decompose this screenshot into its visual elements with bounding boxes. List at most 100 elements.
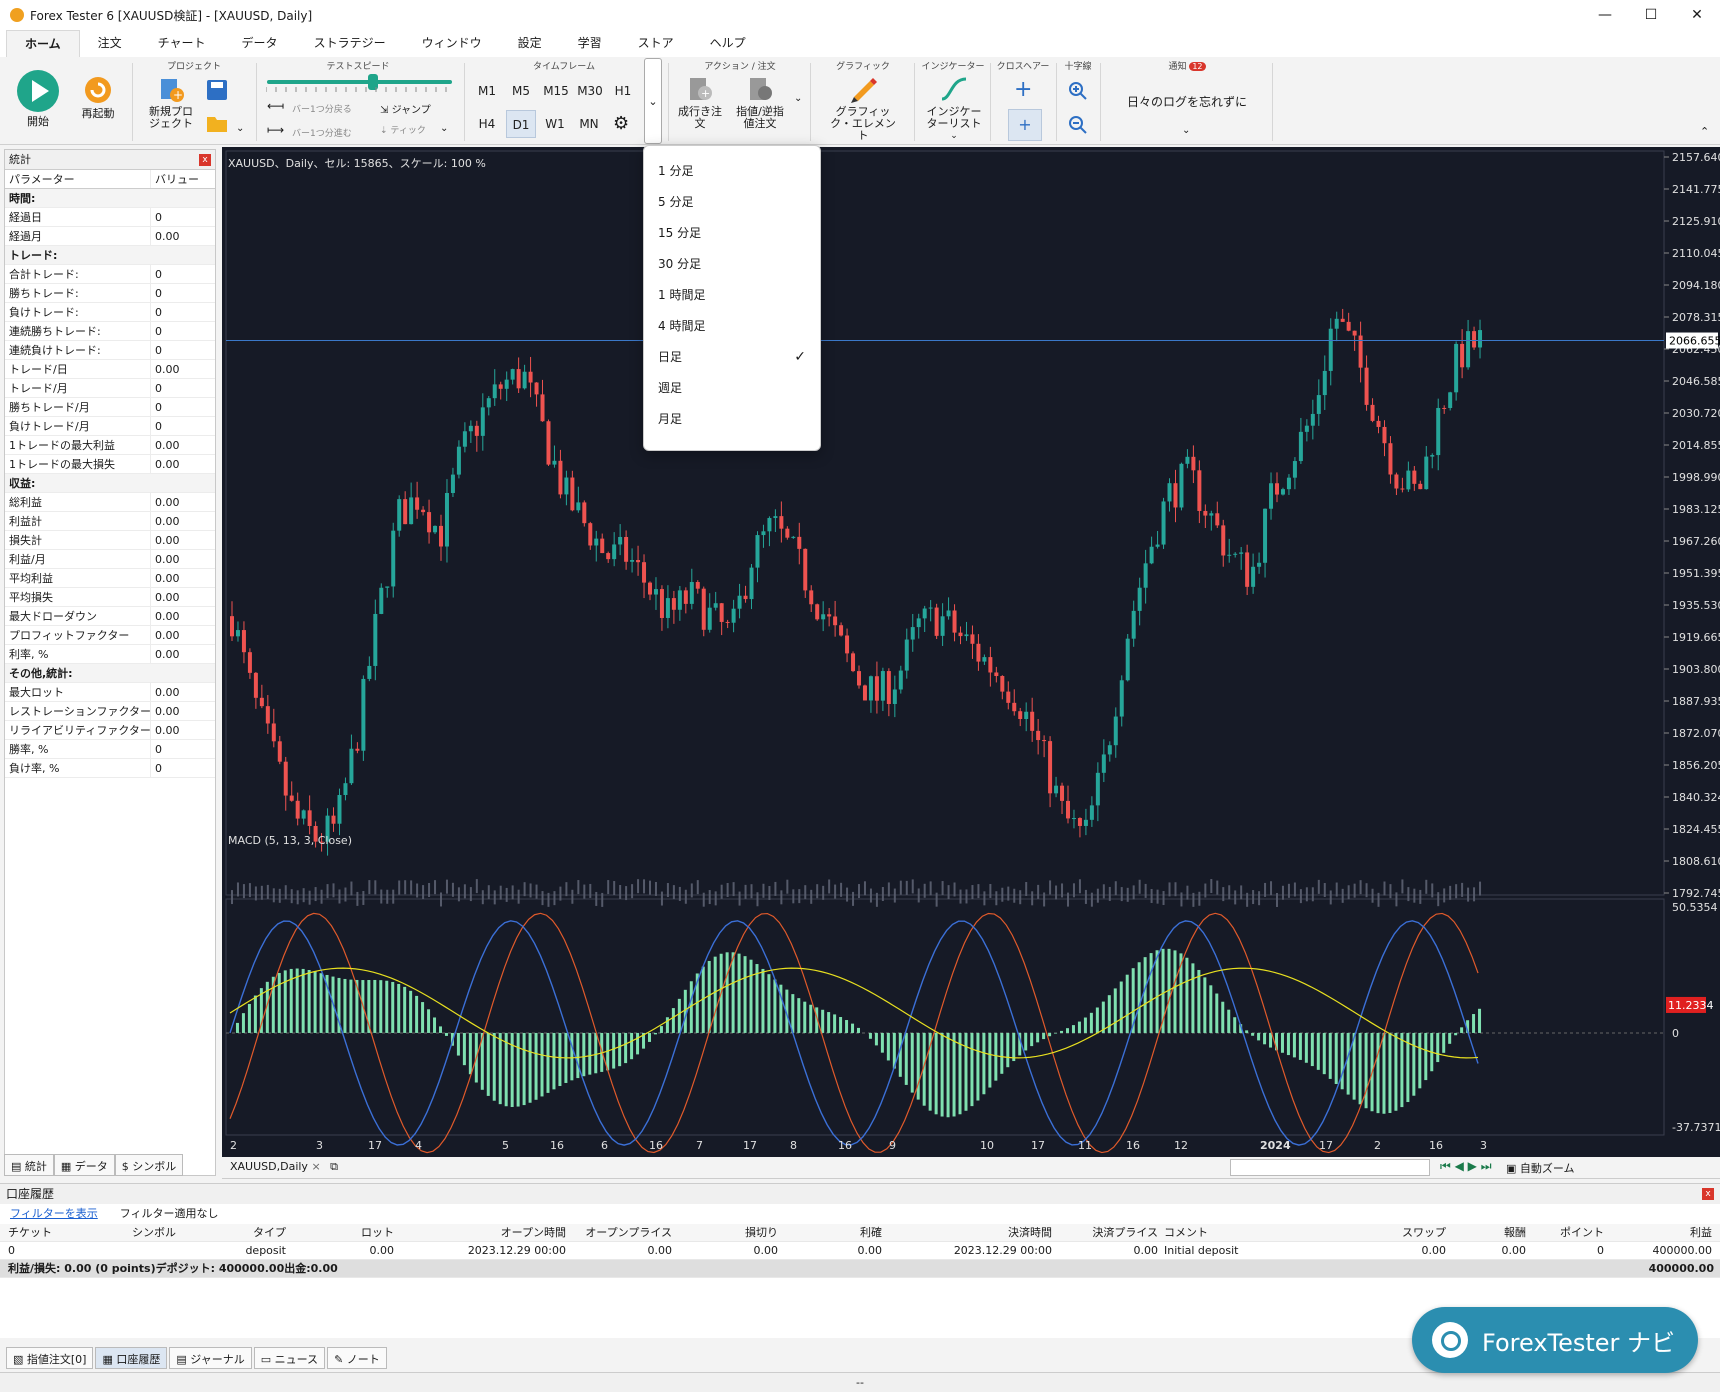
order-dropdown-icon[interactable]: ⌄ (794, 93, 802, 104)
tab-account-history[interactable]: ▦ 口座履歴 (95, 1347, 168, 1369)
tab-order[interactable]: 注文 (80, 30, 140, 57)
history-column-header[interactable]: チケット (8, 1224, 52, 1242)
bar-back-icon[interactable]: ⟻ (267, 99, 284, 113)
tab-data-panel[interactable]: ▦ データ (53, 1154, 115, 1176)
account-history-close-icon[interactable]: x (1702, 1188, 1714, 1200)
speed-slider[interactable] (267, 80, 452, 84)
history-column-header[interactable]: 決済プライス (1092, 1224, 1158, 1242)
speed-dropdown-icon[interactable]: ⌄ (440, 123, 448, 134)
tab-notes[interactable]: ✎ ノート (327, 1347, 387, 1369)
jump-button[interactable]: ⇲ ジャンプ (380, 101, 431, 116)
tab-data[interactable]: データ (224, 30, 296, 57)
history-column-header[interactable]: オープン時間 (501, 1224, 566, 1242)
close-tab-icon[interactable]: × (311, 1160, 320, 1173)
stats-value: 0.00 (155, 230, 180, 243)
menu-item-30min[interactable]: 30 分足 (644, 249, 820, 280)
bar-forward-label[interactable]: バー1つ分進む (292, 126, 352, 139)
history-column-header[interactable]: スワップ (1402, 1224, 1446, 1242)
menu-item-weekly[interactable]: 週足 (644, 373, 820, 404)
tf-h1-button[interactable]: H1 (608, 77, 638, 105)
navigation-arrows[interactable]: ⏮ ◀ ▶ ⏭ (1440, 1159, 1492, 1174)
tick-button[interactable]: ⇣ ティック (380, 123, 426, 136)
tab-learning[interactable]: 学習 (560, 30, 620, 57)
tab-chart[interactable]: チャート (140, 30, 224, 57)
crosshair-icon[interactable]: + (1014, 77, 1032, 102)
col-parameter[interactable]: パラメーター (5, 170, 151, 188)
show-filter-link[interactable]: フィルターを表示 (10, 1207, 98, 1220)
tab-settings[interactable]: 設定 (500, 30, 560, 57)
menu-item-4hour[interactable]: 4 時間足 (644, 311, 820, 342)
history-column-header[interactable]: タイプ (253, 1224, 286, 1242)
close-window-button[interactable]: ✕ (1674, 0, 1720, 30)
auto-zoom-button[interactable]: ▣ 自動ズーム (1506, 1160, 1575, 1176)
forextester-navi-badge[interactable]: ForexTester ナビ (1412, 1307, 1698, 1373)
horizontal-scrollbar[interactable] (1230, 1159, 1430, 1176)
menu-item-1min[interactable]: 1 分足 (644, 156, 820, 187)
crosshair-move-icon[interactable]: + (1008, 109, 1042, 141)
stats-close-icon[interactable]: x (199, 154, 211, 166)
menu-item-15min[interactable]: 15 分足 (644, 218, 820, 249)
tab-help[interactable]: ヘルプ (692, 30, 764, 57)
tab-news[interactable]: ▭ ニュース (253, 1347, 326, 1369)
history-column-header[interactable]: ロット (361, 1224, 394, 1242)
candle-body (719, 603, 724, 622)
history-column-header[interactable]: ポイント (1560, 1224, 1604, 1242)
open-folder-icon[interactable] (206, 113, 228, 133)
indicator-list-button[interactable]: インジケーターリスト ⌄ (922, 75, 986, 142)
tab-pending-orders[interactable]: ▧ 指値注文[0] (6, 1347, 94, 1369)
tab-strategy[interactable]: ストラテジー (296, 30, 404, 57)
collapse-ribbon-icon[interactable]: ⌃ (1700, 125, 1709, 138)
history-column-header[interactable]: 報酬 (1504, 1224, 1526, 1242)
tab-stats[interactable]: ▤ 統計 (4, 1154, 54, 1176)
chart-tab[interactable]: XAUUSD,Daily × ⧉ (230, 1160, 338, 1174)
menu-item-monthly[interactable]: 月足 (644, 404, 820, 435)
menu-item-5min[interactable]: 5 分足 (644, 187, 820, 218)
maximize-button[interactable]: ☐ (1628, 0, 1674, 30)
menu-item-daily[interactable]: 日足 ✓ (644, 342, 820, 373)
tf-h4-button[interactable]: H4 (472, 110, 502, 138)
history-column-header[interactable]: コメント (1164, 1224, 1208, 1242)
zoom-in-icon[interactable] (1068, 81, 1088, 101)
history-column-header[interactable]: 損切り (745, 1224, 778, 1242)
bar-back-label[interactable]: バー1つ分戻る (292, 102, 352, 115)
new-project-button[interactable]: + 新規プロジェクト (146, 77, 196, 130)
restart-button[interactable]: 再起動 (76, 75, 120, 120)
price-chart[interactable]: 2157.640 2141.775 2125.910 2110.045 2094.180… (222, 147, 1720, 1157)
tab-journal[interactable]: ▤ ジャーナル (169, 1347, 252, 1369)
limit-order-button[interactable]: 指値/逆指値注文 (732, 77, 788, 130)
tf-m30-button[interactable]: M30 (574, 77, 606, 105)
minimize-button[interactable]: — (1582, 0, 1628, 30)
tab-store[interactable]: ストア (620, 30, 692, 57)
start-button[interactable]: 開始 (14, 69, 62, 128)
market-order-button[interactable]: + 成行き注文 (676, 77, 724, 130)
tf-m5-button[interactable]: M5 (506, 77, 536, 105)
tab-home[interactable]: ホーム (6, 30, 80, 57)
notify-dropdown-icon[interactable]: ⌄ (1182, 125, 1190, 136)
zoom-out-icon[interactable] (1068, 115, 1088, 135)
tab-symbols[interactable]: $ シンボル (114, 1154, 184, 1176)
history-column-header[interactable]: 決済時間 (1008, 1224, 1052, 1242)
save-icon[interactable] (206, 79, 228, 101)
tab-window[interactable]: ウィンドウ (404, 30, 500, 57)
history-column-header[interactable]: シンボル (132, 1224, 176, 1242)
history-column-header[interactable]: 利益 (1690, 1224, 1712, 1242)
chart-canvas[interactable]: 2157.640 2141.775 2125.910 2110.045 2094.180… (222, 147, 1720, 1157)
tf-m15-button[interactable]: M15 (540, 77, 572, 105)
tf-d1-button[interactable]: D1 (506, 110, 536, 138)
graphic-elements-button[interactable]: グラフィック・エレメント ⌄ (826, 75, 900, 154)
tf-w1-button[interactable]: W1 (540, 110, 570, 138)
col-value[interactable]: バリュー (151, 170, 199, 188)
window-switch-icon[interactable]: ⧉ (330, 1160, 338, 1173)
history-column-header[interactable]: 利確 (860, 1224, 882, 1242)
table-row[interactable]: 0 deposit 0.00 2023.12.29 00:00 0.00 0.00 0.00… (0, 1242, 1720, 1260)
gear-icon[interactable]: ⚙ (613, 113, 629, 134)
menu-item-1hour[interactable]: 1 時間足 (644, 280, 820, 311)
bar-forward-icon[interactable]: ⟼ (267, 123, 284, 137)
history-column-header[interactable]: オープンプライス (585, 1224, 672, 1242)
tf-mn-button[interactable]: MN (574, 110, 604, 138)
tf-m1-button[interactable]: M1 (472, 77, 502, 105)
notify-badge[interactable]: 12 (1189, 62, 1206, 71)
timeframe-dropdown-button[interactable]: ⌄ (644, 58, 662, 144)
notify-message[interactable]: 日々のログを忘れずに (1104, 93, 1270, 110)
project-dropdown-icon[interactable]: ⌄ (236, 123, 244, 134)
